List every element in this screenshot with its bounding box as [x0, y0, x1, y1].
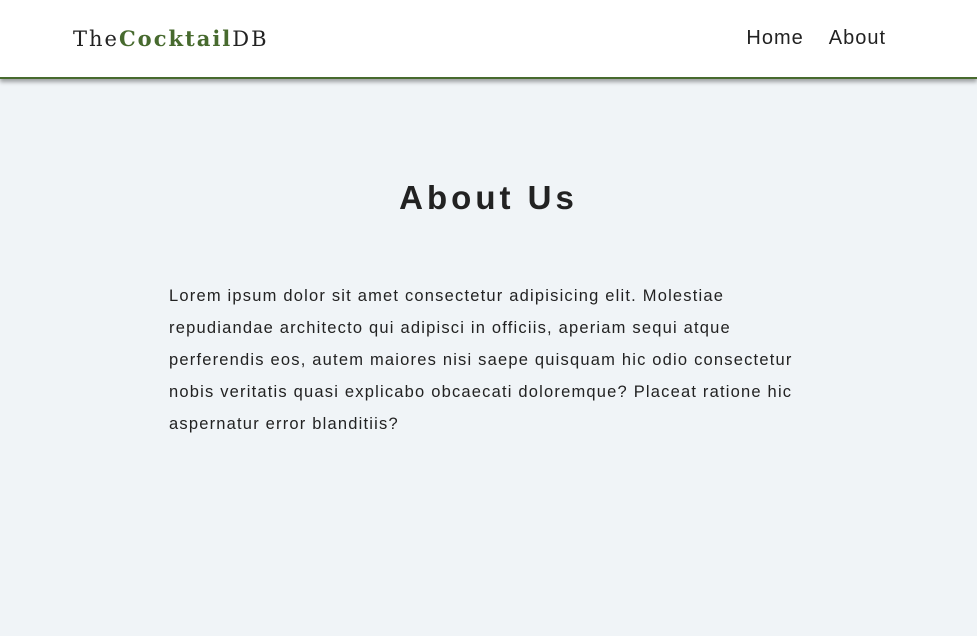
- nav-item-about: About: [829, 27, 886, 50]
- about-paragraph: Lorem ipsum dolor sit amet consectetur a…: [169, 287, 793, 433]
- logo-prefix: The: [73, 27, 119, 51]
- logo-suffix: DB: [232, 27, 269, 51]
- nav-link-home[interactable]: Home: [746, 27, 803, 49]
- navbar: TheCocktailDB Home About: [0, 0, 977, 79]
- nav-item-home: Home: [746, 27, 803, 50]
- nav-link-about[interactable]: About: [829, 27, 886, 49]
- nav-links: Home About: [746, 27, 886, 50]
- page-title: About Us: [399, 179, 578, 216]
- logo-brand: Cocktail: [118, 26, 233, 51]
- site-logo[interactable]: TheCocktailDB: [73, 26, 269, 51]
